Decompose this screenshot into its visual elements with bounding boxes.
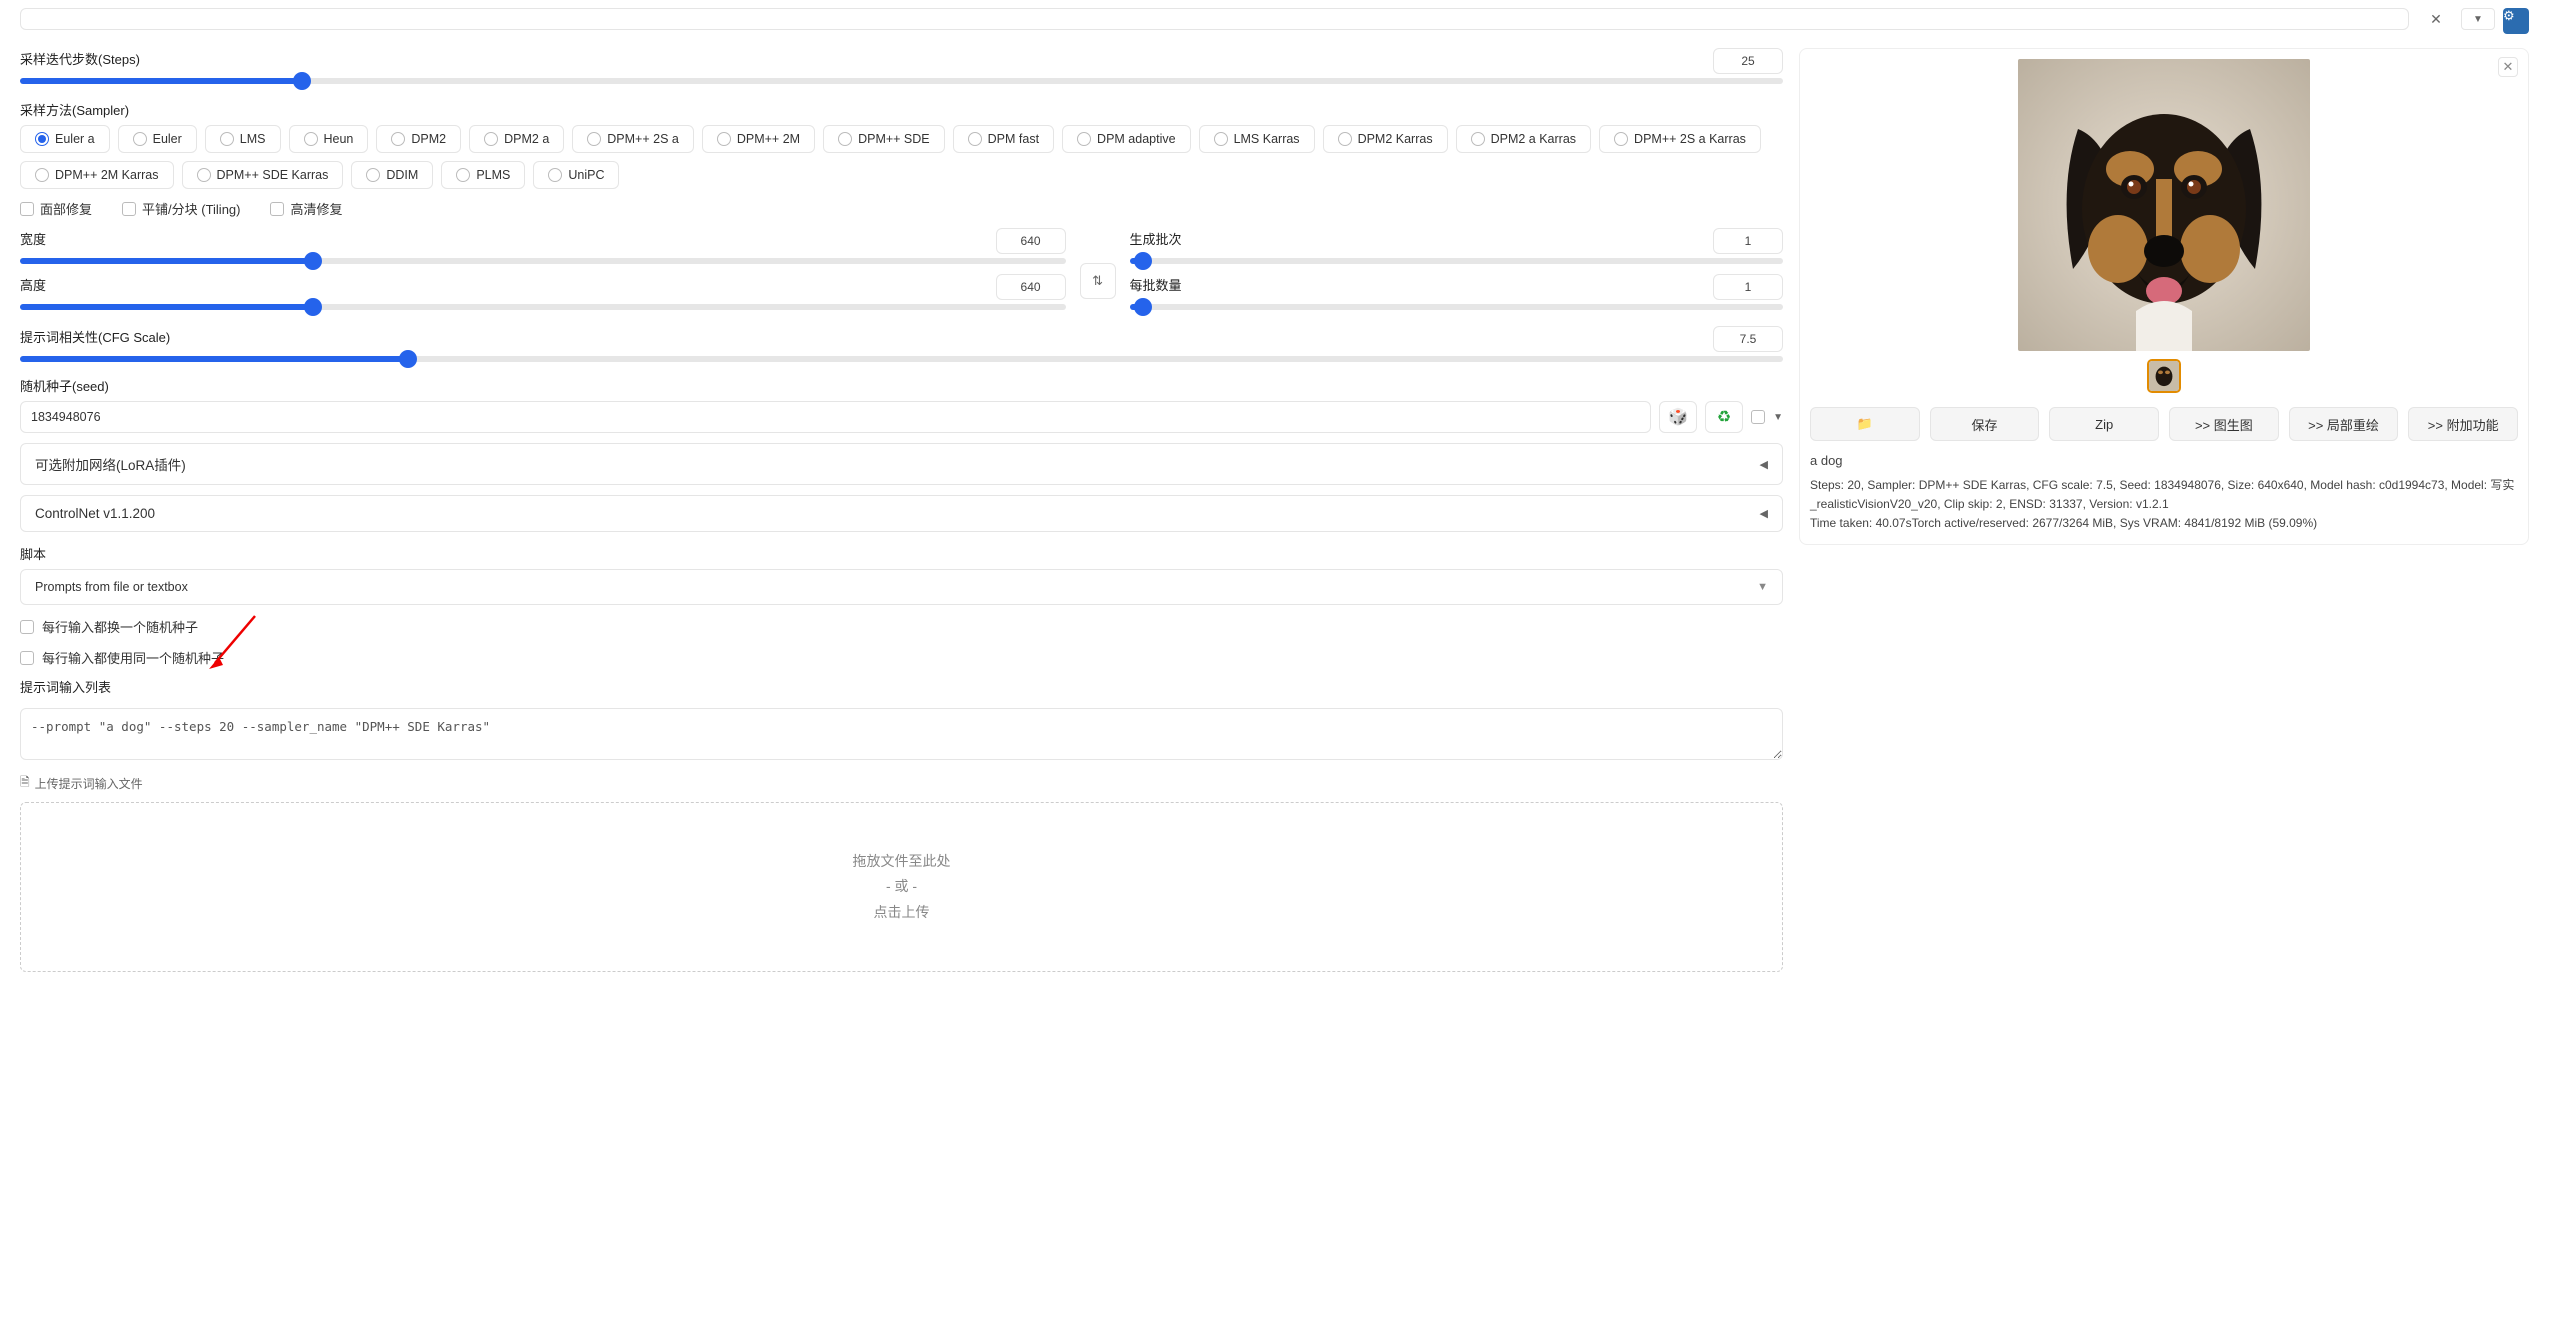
- width-value[interactable]: 640: [996, 228, 1066, 254]
- output-panel: ✕: [1799, 48, 2529, 545]
- sampler-option[interactable]: LMS Karras: [1199, 125, 1315, 153]
- cfg-value[interactable]: 7.5: [1713, 326, 1783, 352]
- seed-input[interactable]: [20, 401, 1651, 433]
- dropdown-caret-icon[interactable]: ▼: [2461, 8, 2495, 30]
- batch-size-slider[interactable]: [1130, 304, 1783, 310]
- sampler-option[interactable]: DPM2 Karras: [1323, 125, 1448, 153]
- cfg-label: 提示词相关性(CFG Scale): [20, 327, 170, 346]
- output-thumbnail[interactable]: [2147, 359, 2181, 393]
- swap-dimensions-icon[interactable]: ⇅: [1080, 263, 1116, 299]
- output-prompt-text: a dog: [1810, 453, 2518, 468]
- cfg-slider[interactable]: [20, 356, 1783, 362]
- sampler-option[interactable]: DPM++ 2M Karras: [20, 161, 174, 189]
- dice-icon[interactable]: 🎲: [1659, 401, 1697, 433]
- tiling-checkbox[interactable]: 平铺/分块 (Tiling): [122, 199, 240, 218]
- batch-count-label: 生成批次: [1130, 229, 1182, 248]
- open-folder-button[interactable]: 📁: [1810, 407, 1920, 441]
- sampler-option[interactable]: DPM++ SDE Karras: [182, 161, 344, 189]
- chevron-down-icon: ▼: [1757, 581, 1768, 593]
- close-icon[interactable]: ✕: [2419, 8, 2453, 30]
- output-metadata: Steps: 20, Sampler: DPM++ SDE Karras, CF…: [1810, 476, 2518, 514]
- lora-accordion[interactable]: 可选附加网络(LoRA插件) ◀: [20, 443, 1783, 485]
- batch-size-label: 每批数量: [1130, 275, 1182, 294]
- sampler-option[interactable]: PLMS: [441, 161, 525, 189]
- hires-checkbox[interactable]: 高清修复: [270, 199, 342, 218]
- width-label: 宽度: [20, 229, 46, 248]
- save-button[interactable]: 保存: [1930, 407, 2040, 441]
- width-slider[interactable]: [20, 258, 1066, 264]
- triangle-left-icon: ◀: [1760, 458, 1768, 471]
- send-inpaint-button[interactable]: >> 局部重绘: [2289, 407, 2399, 441]
- recycle-icon[interactable]: ♻: [1705, 401, 1743, 433]
- sampler-option[interactable]: DPM++ 2S a Karras: [1599, 125, 1761, 153]
- steps-value[interactable]: 25: [1713, 48, 1783, 74]
- batch-count-value[interactable]: 1: [1713, 228, 1783, 254]
- steps-label: 采样迭代步数(Steps): [20, 49, 140, 68]
- gear-icon[interactable]: ⚙: [2503, 8, 2529, 34]
- sampler-option[interactable]: LMS: [205, 125, 281, 153]
- sampler-option[interactable]: Euler a: [20, 125, 110, 153]
- sampler-option[interactable]: DPM fast: [953, 125, 1054, 153]
- send-extras-button[interactable]: >> 附加功能: [2408, 407, 2518, 441]
- extra-seed-checkbox[interactable]: [1751, 410, 1765, 424]
- triangle-left-icon: ◀: [1760, 507, 1768, 520]
- batch-size-value[interactable]: 1: [1713, 274, 1783, 300]
- output-image[interactable]: [2018, 59, 2310, 351]
- steps-slider[interactable]: [20, 78, 1783, 84]
- extra-caret-icon[interactable]: ▼: [1773, 412, 1783, 423]
- script-select[interactable]: Prompts from file or textbox ▼: [20, 569, 1783, 605]
- output-timing: Time taken: 40.07sTorch active/reserved:…: [1810, 514, 2518, 533]
- sampler-option[interactable]: DPM adaptive: [1062, 125, 1191, 153]
- folder-icon: 📁: [1857, 416, 1873, 432]
- iterate-seed-checkbox[interactable]: 每行输入都换一个随机种子: [20, 617, 1783, 636]
- sampler-option[interactable]: DPM2: [376, 125, 461, 153]
- sampler-option[interactable]: DPM2 a Karras: [1456, 125, 1591, 153]
- close-output-icon[interactable]: ✕: [2498, 57, 2518, 77]
- sampler-option[interactable]: Euler: [118, 125, 197, 153]
- sampler-label: 采样方法(Sampler): [20, 100, 1783, 119]
- sampler-option[interactable]: UniPC: [533, 161, 619, 189]
- sampler-option[interactable]: DDIM: [351, 161, 433, 189]
- prompt-area[interactable]: [20, 8, 2409, 30]
- sampler-option[interactable]: DPM++ SDE: [823, 125, 945, 153]
- file-icon: 🗎: [20, 773, 30, 794]
- prompt-list-textarea[interactable]: [20, 708, 1783, 760]
- sampler-option[interactable]: DPM++ 2S a: [572, 125, 694, 153]
- sampler-radio-group: Euler a Euler LMS HeunDPM2 DPM2 a DPM++ 2S a D…: [20, 125, 1783, 189]
- seed-label: 随机种子(seed): [20, 376, 1783, 395]
- zip-button[interactable]: Zip: [2049, 407, 2159, 441]
- face-restore-checkbox[interactable]: 面部修复: [20, 199, 92, 218]
- height-slider[interactable]: [20, 304, 1066, 310]
- sampler-option[interactable]: Heun: [289, 125, 369, 153]
- script-label: 脚本: [20, 544, 1783, 563]
- height-label: 高度: [20, 275, 46, 294]
- prompt-list-label: 提示词输入列表: [20, 677, 1783, 696]
- upload-prompt-file-link[interactable]: 🗎 上传提示词输入文件: [20, 773, 143, 794]
- sampler-option[interactable]: DPM++ 2M: [702, 125, 815, 153]
- send-img2img-button[interactable]: >> 图生图: [2169, 407, 2279, 441]
- sampler-option[interactable]: DPM2 a: [469, 125, 564, 153]
- file-dropzone[interactable]: 拖放文件至此处 - 或 - 点击上传: [20, 802, 1783, 972]
- batch-count-slider[interactable]: [1130, 258, 1783, 264]
- controlnet-accordion[interactable]: ControlNet v1.1.200 ◀: [20, 495, 1783, 532]
- height-value[interactable]: 640: [996, 274, 1066, 300]
- same-seed-checkbox[interactable]: 每行输入都使用同一个随机种子: [20, 648, 1783, 667]
